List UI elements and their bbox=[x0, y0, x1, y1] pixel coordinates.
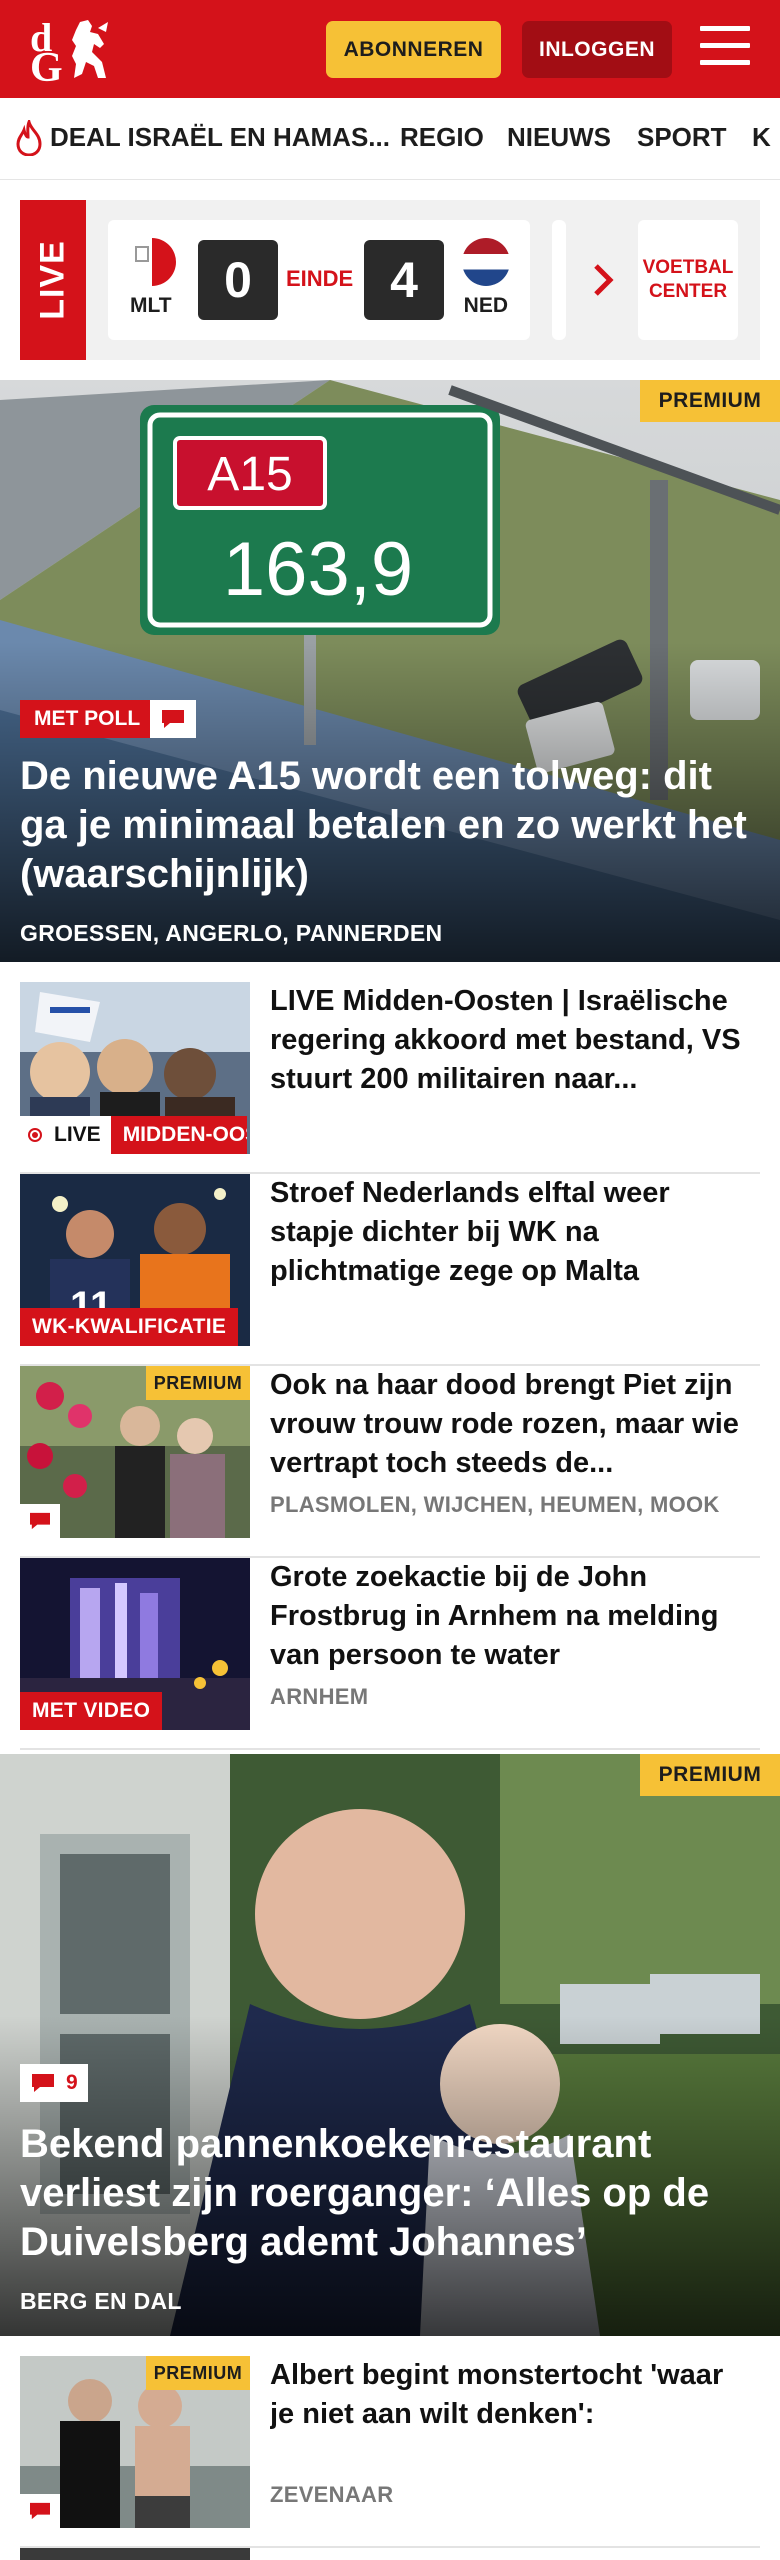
malta-flag-icon bbox=[128, 238, 176, 286]
section-nav: DEAL ISRAËL EN HAMAS... REGIO NIEUWS SPO… bbox=[0, 98, 780, 180]
away-score: 4 bbox=[364, 240, 444, 320]
netherlands-flag-icon bbox=[462, 238, 510, 286]
live-indicator: LIVE bbox=[20, 1116, 111, 1154]
category-tag: MIDDEN-OOSTEN bbox=[110, 1116, 247, 1154]
sign-road-number: A15 bbox=[207, 448, 292, 501]
article-location: ARNHEM bbox=[270, 1684, 369, 1709]
home-score: 0 bbox=[198, 240, 278, 320]
premium-badge: PREMIUM bbox=[640, 380, 780, 422]
article-location: PLASMOLEN, WIJCHEN, HEUMEN, MOOK bbox=[270, 1492, 720, 1517]
comment-icon bbox=[20, 2494, 60, 2528]
premium-badge: PREMIUM bbox=[640, 1754, 780, 1796]
article-thumbnail: LIVE MIDDEN-OOSTEN bbox=[20, 982, 250, 1154]
match-status: EINDE bbox=[286, 266, 354, 291]
video-tag: MET VIDEO bbox=[20, 1692, 163, 1730]
hero-article-a15[interactable]: A15 163,9 PREMIUM MET POLL De nieuwe A15… bbox=[0, 380, 780, 962]
comment-icon bbox=[150, 700, 196, 738]
poll-badge: MET POLL bbox=[20, 700, 155, 738]
site-header: d G ABONNEREN INLOGGEN bbox=[0, 0, 780, 98]
article-thumbnail: MET VIDEO bbox=[20, 1558, 250, 1730]
article-title[interactable]: LIVE Midden-Oosten | Israëlische regerin… bbox=[270, 982, 750, 1099]
hero-location: BERG EN DAL bbox=[20, 2288, 182, 2314]
comment-icon bbox=[20, 1504, 60, 1538]
chevron-right-icon[interactable] bbox=[592, 260, 616, 300]
live-label: LIVE bbox=[20, 200, 86, 360]
next-thumbnail-peek bbox=[20, 2548, 250, 2560]
list-item[interactable]: PREMIUM Albert begint monstertocht 'waar… bbox=[20, 2356, 760, 2548]
hero-location: GROESSEN, ANGERLO, PANNERDEN bbox=[20, 920, 443, 946]
list-item[interactable]: 11 WK-KWALIFICATIE Stroef Nederlands elf… bbox=[20, 1174, 760, 1366]
article-title[interactable]: Ook na haar dood brengt Piet zijn vrouw … bbox=[270, 1366, 750, 1483]
nav-item-nieuws[interactable]: NIEUWS bbox=[507, 122, 611, 153]
list-item[interactable]: LIVE MIDDEN-OOSTEN LIVE Midden-Oosten | … bbox=[20, 982, 760, 1174]
fire-icon bbox=[16, 120, 42, 156]
hero-title[interactable]: De nieuwe A15 wordt een tolweg: dit ga j… bbox=[20, 752, 760, 899]
live-scores-bar: LIVE MLT 0 EINDE 4 NED VOETBAL CENTER bbox=[20, 200, 760, 360]
live-tag-row: LIVE MIDDEN-OOSTEN bbox=[20, 1116, 247, 1154]
knight-horse-icon bbox=[72, 20, 108, 78]
login-button[interactable]: INLOGGEN bbox=[522, 21, 672, 78]
logo-letter-g: G bbox=[30, 45, 63, 91]
sign-km-marker: 163,9 bbox=[223, 527, 413, 612]
comment-icon bbox=[32, 2074, 54, 2092]
nav-item-more[interactable]: K bbox=[752, 122, 771, 153]
next-match-card-edge bbox=[552, 220, 566, 340]
match-card[interactable]: MLT 0 EINDE 4 NED bbox=[108, 220, 530, 340]
category-tag: WK-KWALIFICATIE bbox=[20, 1308, 239, 1346]
list-item[interactable]: PREMIUM Ook na haar dood brengt Piet zij… bbox=[20, 1366, 760, 1558]
article-thumbnail: PREMIUM bbox=[20, 1366, 250, 1538]
nav-item-sport[interactable]: SPORT bbox=[637, 122, 727, 153]
article-title[interactable]: Grote zoekactie bij de John Frostbrug in… bbox=[270, 1558, 750, 1675]
away-team-code: NED bbox=[463, 294, 508, 317]
voetbal-center-link[interactable]: VOETBAL CENTER bbox=[638, 220, 738, 340]
nav-item-deal-israel[interactable]: DEAL ISRAËL EN HAMAS... bbox=[50, 122, 390, 153]
article-title[interactable]: Stroef Nederlands elftal weer stapje dic… bbox=[270, 1174, 750, 1291]
article-thumbnail: 11 WK-KWALIFICATIE bbox=[20, 1174, 250, 1346]
list-item[interactable]: MET VIDEO Grote zoekactie bij de John Fr… bbox=[20, 1558, 760, 1750]
hero-article-pannenkoek[interactable]: PREMIUM 9 Bekend pannenkoekenrestaurant … bbox=[0, 1754, 780, 2336]
premium-badge: PREMIUM bbox=[146, 1366, 250, 1400]
hero-title[interactable]: Bekend pannenkoekenrestaurant verliest z… bbox=[20, 2120, 760, 2267]
article-title[interactable]: Albert begint monstertocht 'waar je niet… bbox=[270, 2356, 750, 2434]
comment-count-badge: 9 bbox=[20, 2064, 88, 2102]
comment-count: 9 bbox=[66, 2071, 78, 2094]
hamburger-menu-icon[interactable] bbox=[700, 26, 750, 70]
site-logo[interactable]: d G bbox=[26, 14, 116, 91]
subscribe-button[interactable]: ABONNEREN bbox=[326, 21, 501, 78]
home-team-code: MLT bbox=[130, 294, 172, 317]
nav-item-regio[interactable]: REGIO bbox=[400, 122, 484, 153]
premium-badge: PREMIUM bbox=[146, 2356, 250, 2390]
article-thumbnail: PREMIUM bbox=[20, 2356, 250, 2528]
article-location: ZEVENAAR bbox=[270, 2482, 394, 2507]
